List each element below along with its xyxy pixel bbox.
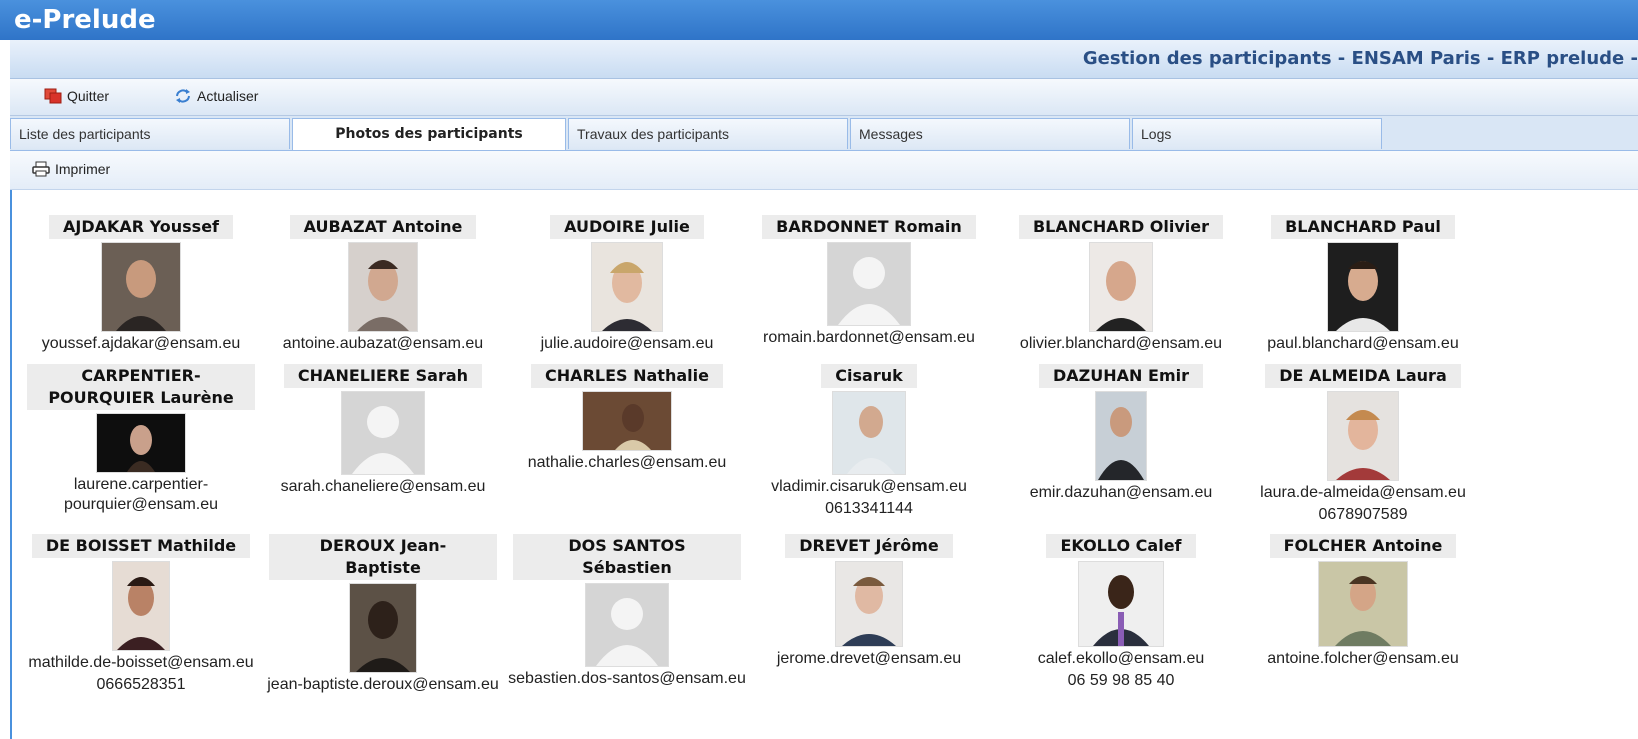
participant-name: DREVET Jérôme <box>785 534 953 558</box>
participant-card[interactable]: BARDONNET Romain romain.bardonnet@ensam.… <box>746 215 992 348</box>
participant-email: calef.ekollo@ensam.eu <box>1037 650 1205 667</box>
placeholder-avatar-icon <box>827 242 911 326</box>
participant-name: BARDONNET Romain <box>762 215 976 239</box>
participant-email: laurene.carpentier-pourquier@ensam.eu <box>63 476 219 513</box>
participant-card[interactable]: DE ALMEIDA Laura laura.de-almeida@ensam.… <box>1240 364 1486 525</box>
tab-participant-list[interactable]: Liste des participants <box>10 118 290 149</box>
participant-card[interactable]: CARPENTIER-POURQUIER Laurène laurene.car… <box>18 364 264 515</box>
participant-card[interactable]: CHARLES Nathalie nathalie.charles@ensam.… <box>504 364 750 473</box>
participant-email: antoine.folcher@ensam.eu <box>1267 650 1459 667</box>
participant-card[interactable]: BLANCHARD Paul paul.blanchard@ensam.eu <box>1240 215 1486 354</box>
participant-email: jean-baptiste.deroux@ensam.eu <box>267 676 499 693</box>
participant-phone: 0666528351 <box>96 676 186 693</box>
participant-photo <box>1078 561 1164 647</box>
print-label: Imprimer <box>55 161 111 177</box>
participant-card[interactable]: EKOLLO Calef calef.ekollo@ensam.eu 06 59… <box>998 534 1244 691</box>
participant-email: olivier.blanchard@ensam.eu <box>1019 335 1223 352</box>
participant-email: romain.bardonnet@ensam.eu <box>763 329 975 346</box>
participant-name: AUBAZAT Antoine <box>289 215 477 239</box>
window-title: Gestion des participants - ENSAM Paris -… <box>1082 48 1638 69</box>
participant-email: sarah.chaneliere@ensam.eu <box>280 478 486 495</box>
quit-icon <box>44 88 62 104</box>
participant-card[interactable]: DE BOISSET Mathilde mathilde.de-boisset@… <box>18 534 264 695</box>
participant-name: DE ALMEIDA Laura <box>1265 364 1461 388</box>
app-title-bar: e-Prelude <box>0 0 1638 40</box>
participant-name: AJDAKAR Youssef <box>48 215 234 239</box>
participant-email: sebastien.dos-santos@ensam.eu <box>508 670 746 687</box>
window-header: Gestion des participants - ENSAM Paris -… <box>10 40 1638 79</box>
participant-photo <box>1095 391 1147 481</box>
participant-phone: 06 59 98 85 40 <box>1067 672 1175 689</box>
participant-photo <box>348 242 418 332</box>
quit-label: Quitter <box>67 88 110 104</box>
participant-photo <box>101 242 181 332</box>
participant-photo <box>112 561 170 651</box>
refresh-label: Actualiser <box>197 88 259 104</box>
participant-email: antoine.aubazat@ensam.eu <box>282 335 484 352</box>
participant-photo <box>349 583 417 673</box>
tab-logs[interactable]: Logs <box>1132 118 1382 149</box>
participant-name: DOS SANTOS Sébastien <box>513 534 741 580</box>
participant-email: youssef.ajdakar@ensam.eu <box>41 335 241 352</box>
participant-photo <box>1327 242 1399 332</box>
participant-phone: 0613341144 <box>825 500 913 517</box>
participant-name: BLANCHARD Paul <box>1271 215 1455 239</box>
placeholder-avatar-icon <box>585 583 669 667</box>
tab-participant-photos[interactable]: Photos des participants <box>292 118 566 150</box>
participant-card[interactable]: AUDOIRE Julie julie.audoire@ensam.eu <box>504 215 750 354</box>
print-button[interactable]: Imprimer <box>32 161 110 177</box>
participant-photo <box>96 413 186 473</box>
photo-grid: AJDAKAR Youssef youssef.ajdakar@ensam.eu… <box>10 190 1638 739</box>
participant-card[interactable]: AJDAKAR Youssef youssef.ajdakar@ensam.eu <box>18 215 264 354</box>
tab-participant-works[interactable]: Travaux des participants <box>568 118 848 149</box>
participant-card[interactable]: DOS SANTOS Sébastien sebastien.dos-santo… <box>504 534 750 689</box>
refresh-button[interactable]: Actualiser <box>174 88 258 104</box>
participant-name: FOLCHER Antoine <box>1269 534 1457 558</box>
main-toolbar: Quitter Actualiser <box>10 79 1638 116</box>
participant-name: CHARLES Nathalie <box>531 364 723 388</box>
quit-button[interactable]: Quitter <box>44 88 109 104</box>
printer-icon <box>32 161 50 177</box>
participant-photo <box>835 561 903 647</box>
participant-photo <box>1318 561 1408 647</box>
participant-email: mathilde.de-boisset@ensam.eu <box>28 654 254 671</box>
participant-card[interactable]: FOLCHER Antoine antoine.folcher@ensam.eu <box>1240 534 1486 669</box>
refresh-icon <box>176 89 190 103</box>
photos-toolbar: Imprimer <box>10 151 1638 190</box>
participant-name: CHANELIERE Sarah <box>283 364 483 388</box>
participant-photo <box>1089 242 1153 332</box>
tab-strip: Liste des participants Photos des partic… <box>10 116 1638 151</box>
participant-photo <box>591 242 663 332</box>
participant-email: paul.blanchard@ensam.eu <box>1267 335 1459 352</box>
participant-email: vladimir.cisaruk@ensam.eu <box>771 478 967 495</box>
participant-photo <box>1327 391 1399 481</box>
placeholder-avatar-icon <box>341 391 425 475</box>
participant-email: julie.audoire@ensam.eu <box>540 335 714 352</box>
participant-card[interactable]: Cisaruk vladimir.cisaruk@ensam.eu 061334… <box>746 364 992 519</box>
participant-card[interactable]: BLANCHARD Olivier olivier.blanchard@ensa… <box>998 215 1244 354</box>
participant-email: nathalie.charles@ensam.eu <box>527 454 727 471</box>
participant-name: BLANCHARD Olivier <box>1018 215 1224 239</box>
participant-email: jerome.drevet@ensam.eu <box>776 650 962 667</box>
participant-name: Cisaruk <box>821 364 917 388</box>
participant-name: EKOLLO Calef <box>1046 534 1196 558</box>
app-title: e-Prelude <box>14 5 156 35</box>
participant-card[interactable]: AUBAZAT Antoine antoine.aubazat@ensam.eu <box>260 215 506 354</box>
participant-photo <box>832 391 906 475</box>
participant-photo <box>582 391 672 451</box>
participant-name: AUDOIRE Julie <box>550 215 704 239</box>
participant-name: DAZUHAN Emir <box>1039 364 1203 388</box>
participant-card[interactable]: DAZUHAN Emir emir.dazuhan@ensam.eu <box>998 364 1244 503</box>
participant-phone: 0678907589 <box>1318 506 1408 523</box>
participant-name: DEROUX Jean-Baptiste <box>269 534 497 580</box>
participant-email: laura.de-almeida@ensam.eu <box>1260 484 1466 501</box>
participant-card[interactable]: CHANELIERE Sarah sarah.chaneliere@ensam.… <box>260 364 506 497</box>
participant-card[interactable]: DEROUX Jean-Baptiste jean-baptiste.derou… <box>260 534 506 695</box>
tab-messages[interactable]: Messages <box>850 118 1130 149</box>
participant-email: emir.dazuhan@ensam.eu <box>1029 484 1213 501</box>
participant-name: DE BOISSET Mathilde <box>31 534 251 558</box>
participant-card[interactable]: DREVET Jérôme jerome.drevet@ensam.eu <box>746 534 992 669</box>
participant-name: CARPENTIER-POURQUIER Laurène <box>27 364 255 410</box>
